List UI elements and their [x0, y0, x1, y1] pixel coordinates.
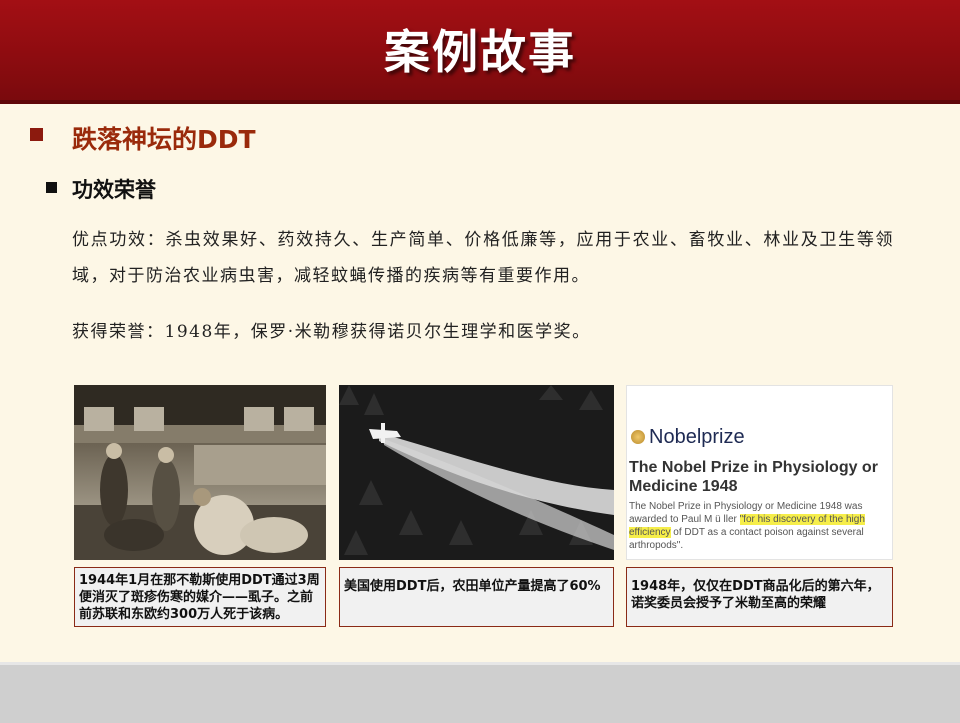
- caption-nobel: 1948年，仅仅在DDT商品化后的第六年，诺奖委员会授予了米勒至高的荣耀: [626, 567, 893, 627]
- delousing-photo-illustration: [74, 385, 326, 560]
- delousing-photo: [74, 385, 326, 560]
- advantages-text: 杀虫效果好、药效持久、生产简单、价格低廉等，应用于农业、畜牧业、林业及卫生等领域…: [72, 230, 895, 286]
- nobel-medal-icon: [631, 430, 645, 444]
- square-bullet-icon: [46, 182, 57, 193]
- page-title: 案例故事: [384, 25, 576, 79]
- advantages-label: 优点功效：: [72, 230, 166, 250]
- nobelprize-logo: Nobelprize: [631, 426, 745, 449]
- header-bar: 案例故事: [0, 0, 960, 104]
- nobel-description: The Nobel Prize in Physiology or Medicin…: [629, 500, 891, 552]
- advantages-paragraph: 优点功效：杀虫效果好、药效持久、生产简单、价格低廉等，应用于农业、畜牧业、林业及…: [72, 222, 894, 294]
- caption-typhus: 1944年1月在那不勒斯使用DDT通过3周便消灭了斑疹伤寒的媒介——虱子。之前前…: [74, 567, 326, 627]
- nobelprize-logo-text: Nobelprize: [649, 426, 745, 448]
- nobel-heading: The Nobel Prize in Physiology or Medicin…: [629, 459, 878, 495]
- caption-crop-yield: 美国使用DDT后，农田单位产量提高了60%: [339, 567, 614, 627]
- crop-dusting-photo: [339, 385, 614, 560]
- nobel-prize-screenshot: Nobelprize The Nobel Prize in Physiology…: [626, 385, 893, 560]
- footer-bar: [0, 662, 960, 723]
- honor-paragraph: 获得荣誉：1948年，保罗·米勒穆获得诺贝尔生理学和医学奖。: [72, 314, 894, 350]
- honor-label: 获得荣誉：: [72, 322, 165, 342]
- slide: 案例故事 跌落神坛的DDT 功效荣誉 优点功效：杀虫效果好、药效持久、生产简单、…: [0, 0, 960, 662]
- section-heading: 跌落神坛的DDT: [72, 125, 256, 154]
- crop-dusting-illustration: [339, 385, 614, 560]
- subsection-heading: 功效荣誉: [72, 178, 156, 202]
- honor-text: 1948年，保罗·米勒穆获得诺贝尔生理学和医学奖。: [164, 322, 591, 342]
- square-bullet-icon: [30, 128, 43, 141]
